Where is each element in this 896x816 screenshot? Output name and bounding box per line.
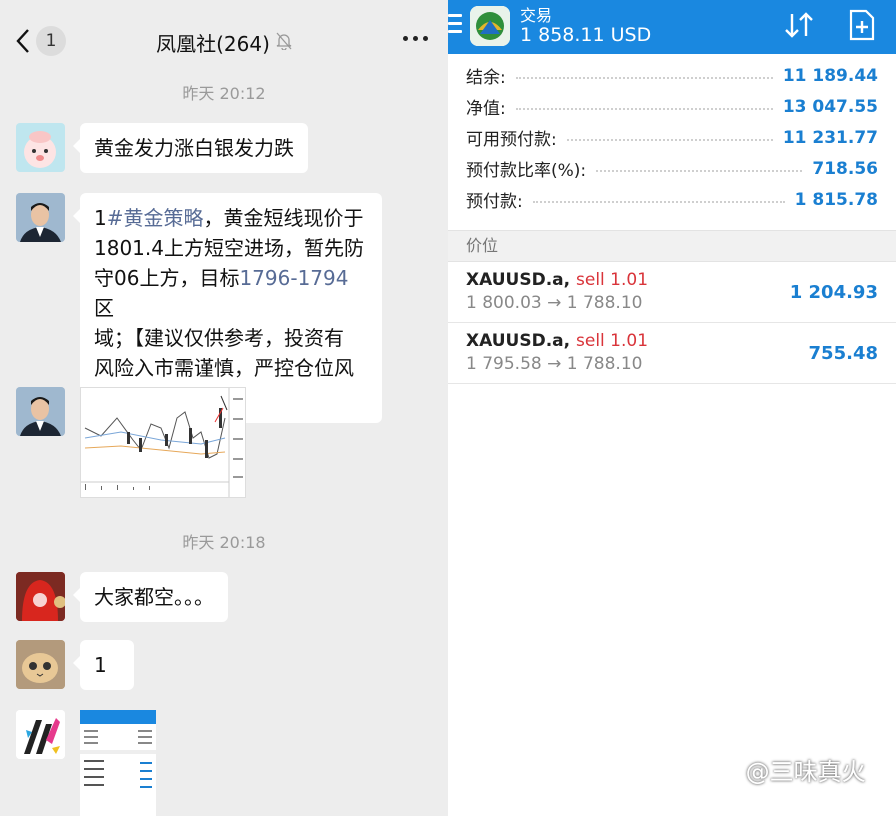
chart-image-message[interactable] (80, 387, 246, 498)
screenshot-image-message[interactable] (80, 710, 156, 816)
trading-panel: 交易 1 858.11 USD 结余: 11 189.44 净值: 13 047… (448, 0, 896, 816)
position-symbol: XAUUSD.a, sell 1.01 (466, 331, 649, 351)
message-bubble[interactable]: 大家都空。。。 (73, 572, 228, 622)
row-label: 净值: (466, 99, 506, 119)
row-value: 11 189.44 (782, 65, 878, 86)
avatar[interactable] (16, 572, 65, 621)
floating-profit-text: 1 858.11 USD (520, 24, 652, 46)
message-text: 黄金发力涨白银发力跌 (94, 136, 294, 160)
position-prices: 1 800.03 → 1 788.10 (466, 293, 643, 313)
avatar[interactable] (16, 387, 65, 436)
timestamp: 昨天 20:18 (182, 533, 266, 552)
position-profit: 755.48 (808, 343, 878, 364)
position-symbol: XAUUSD.a, sell 1.01 (466, 270, 649, 290)
position-profit: 1 204.93 (789, 282, 878, 303)
menu-hamburger-icon[interactable] (448, 14, 462, 38)
row-label: 预付款: (466, 192, 523, 212)
avatar[interactable] (16, 123, 65, 172)
chat-title-text: 凤凰社(264) (156, 32, 270, 56)
message-text: 大家都空。。。 (94, 585, 214, 609)
strategy-hashtag-link[interactable]: #黄金策略 (107, 206, 204, 230)
message-line: 1801.4上方短空进场，暂先防 (94, 236, 364, 260)
position-row[interactable]: XAUUSD.a, sell 1.01 1 800.03 → 1 788.10 … (448, 262, 896, 323)
chat-header: 1 凤凰社(264) (0, 0, 448, 80)
row-label: 可用预付款: (466, 130, 557, 150)
message-bubble[interactable]: 黄金发力涨白银发力跌 (73, 123, 308, 173)
target-range-link[interactable]: 1796-1794 (239, 266, 348, 290)
avatar[interactable] (16, 710, 65, 759)
row-value: 1 815.78 (794, 189, 878, 210)
top-app-bar: 交易 1 858.11 USD (448, 0, 896, 54)
account-row-margin: 预付款: 1 815.78 (448, 184, 896, 215)
account-row-margin-level: 预付款比率(%): 718.56 (448, 153, 896, 184)
sort-icon[interactable] (782, 10, 816, 44)
positions-section-header: 价位 (448, 230, 896, 262)
position-row[interactable]: XAUUSD.a, sell 1.01 1 795.58 → 1 788.10 … (448, 323, 896, 384)
account-row-equity: 净值: 13 047.55 (448, 91, 896, 122)
avatar[interactable] (16, 193, 65, 242)
row-value: 718.56 (812, 158, 878, 179)
account-summary: 结余: 11 189.44 净值: 13 047.55 可用预付款: 11 23… (448, 60, 896, 215)
position-side: sell 1.01 (576, 270, 649, 290)
position-prices: 1 795.58 → 1 788.10 (466, 354, 643, 374)
weibo-logo-icon (716, 758, 746, 786)
chat-title: 凤凰社(264) (0, 28, 448, 57)
account-row-free-margin: 可用预付款: 11 231.77 (448, 122, 896, 153)
screen-title: 交易 (520, 6, 553, 25)
message-bubble[interactable]: 1 (73, 640, 134, 690)
watermark-text: @三味真火 (716, 752, 866, 787)
account-row-balance: 结余: 11 189.44 (448, 60, 896, 91)
position-side: sell 1.01 (576, 331, 649, 351)
message-text: 1 (94, 653, 107, 677)
more-options-icon[interactable] (403, 36, 428, 41)
chat-panel: 1 凤凰社(264) 昨天 20:12 黄金发力涨白银发力跌 1#黄金策略，黄金… (0, 0, 448, 816)
message-line: 风险入市需谨慎，严控仓位风 (94, 356, 354, 380)
mute-bell-icon (276, 31, 292, 55)
row-value: 13 047.55 (782, 96, 878, 117)
row-label: 结余: (466, 68, 506, 88)
message-line: 域；【建议仅供参考，投资有 (94, 326, 344, 350)
timestamp: 昨天 20:12 (182, 84, 266, 103)
message-line: 1#黄金策略，黄金短线现价于 (94, 206, 364, 230)
metatrader-logo-icon (470, 6, 510, 46)
row-value: 11 231.77 (782, 127, 878, 148)
avatar[interactable] (16, 640, 65, 689)
message-line: 守06上方，目标1796-1794区 (94, 266, 349, 320)
new-order-icon[interactable] (848, 9, 876, 45)
row-label: 预付款比率(%): (466, 161, 587, 181)
